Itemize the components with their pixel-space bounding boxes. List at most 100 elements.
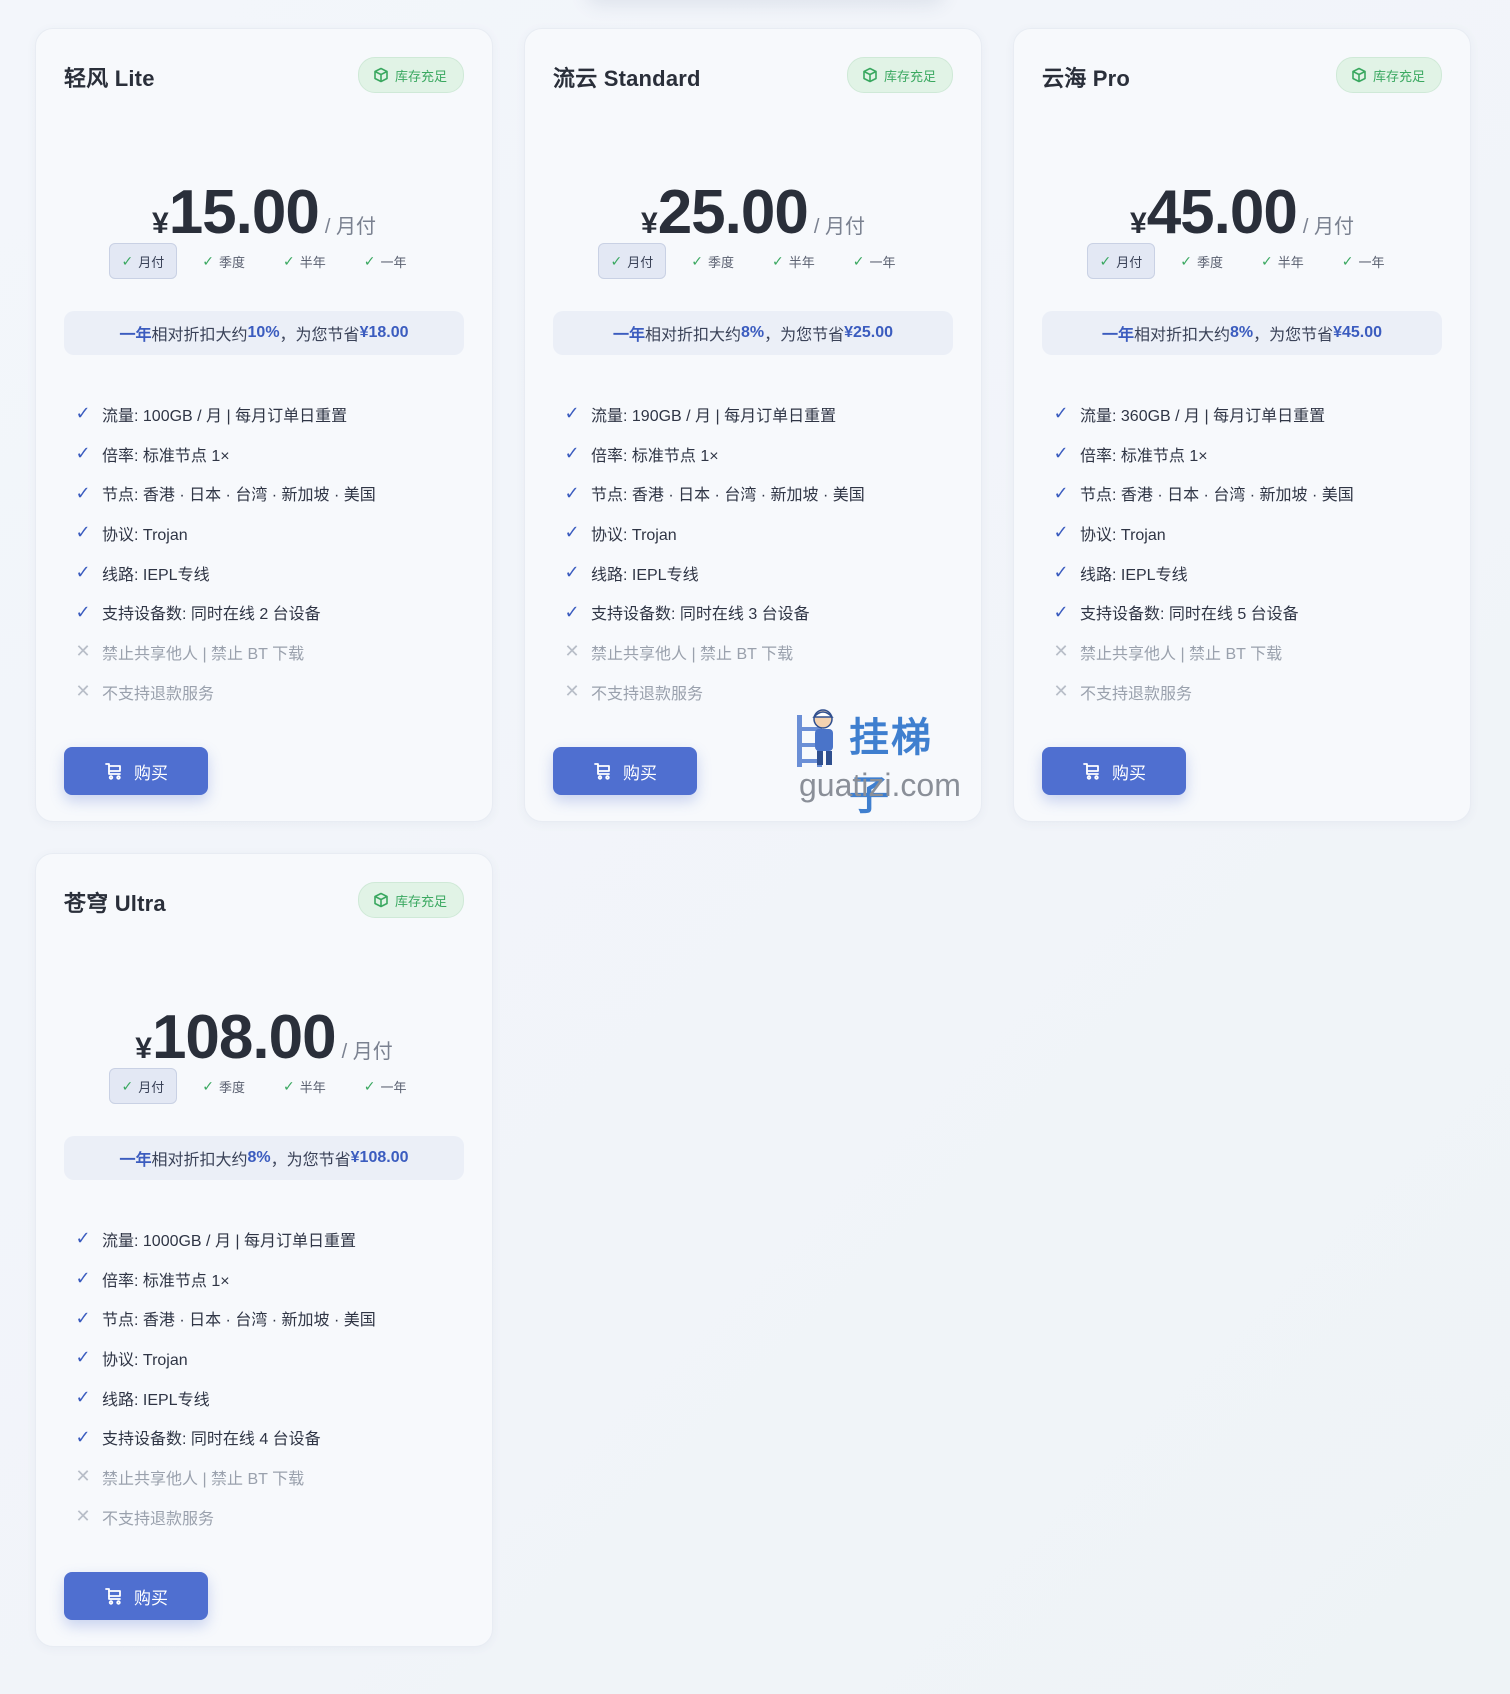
check-icon: ✓ [564, 443, 580, 464]
feature-text: 禁止共享他人 | 禁止 BT 下载 [102, 1470, 305, 1488]
period-option-quarterly[interactable]: ✓ 季度 [189, 1068, 258, 1104]
stock-badge: 库存充足 [357, 882, 464, 918]
check-icon: ✓ [75, 403, 91, 424]
savings-text-1: 相对折扣大约 [644, 327, 741, 344]
cross-icon: ✕ [75, 681, 91, 702]
check-icon: ✓ [852, 252, 865, 269]
feature-item: ✓ 倍率: 标准节点 1× [72, 1259, 376, 1299]
period-selector: ✓ 月付 ✓ 季度 ✓ 半年 ✓ 一年 [1014, 243, 1470, 279]
feature-item: ✓ 倍率: 标准节点 1× [72, 434, 376, 474]
period-label: 半年 [299, 254, 326, 270]
period-label: 一年 [869, 254, 896, 270]
period-label: 一年 [380, 1079, 407, 1095]
stock-label: 库存充足 [883, 68, 936, 84]
price-currency: ¥ [641, 207, 658, 240]
period-option-yearly[interactable]: ✓ 一年 [351, 243, 420, 279]
savings-period: 一年 [612, 327, 645, 344]
period-selector: ✓ 月付 ✓ 季度 ✓ 半年 ✓ 一年 [36, 243, 492, 279]
period-label: 一年 [1358, 254, 1385, 270]
price-unit: / 月付 [324, 216, 376, 238]
feature-item: ✓ 协议: Trojan [561, 513, 865, 553]
check-icon: ✓ [363, 252, 376, 269]
buy-button[interactable]: 购买 [553, 747, 697, 795]
savings-amount: ¥45.00 [1333, 324, 1383, 341]
period-label: 季度 [218, 254, 245, 270]
check-icon: ✓ [610, 252, 623, 269]
plan-name: 流云 Standard [553, 66, 701, 91]
check-icon: ✓ [75, 601, 91, 622]
buy-button[interactable]: 购买 [64, 1572, 208, 1620]
check-icon: ✓ [283, 252, 295, 269]
feature-item: ✓ 线路: IEPL专线 [72, 1378, 376, 1418]
period-option-monthly[interactable]: ✓ 月付 [1086, 243, 1156, 279]
savings-text-2: ，为您节省 [270, 1152, 351, 1169]
feature-item: ✓ 节点: 香港 · 日本 · 台湾 · 新加坡 · 美国 [72, 473, 376, 513]
price-amount: 108.00 [151, 1003, 337, 1072]
period-option-half-year[interactable]: ✓ 半年 [270, 1068, 339, 1104]
period-option-yearly[interactable]: ✓ 一年 [351, 1068, 420, 1104]
period-option-half-year[interactable]: ✓ 半年 [1248, 243, 1317, 279]
feature-text: 节点: 香港 · 日本 · 台湾 · 新加坡 · 美国 [591, 487, 865, 505]
period-label: 月付 [138, 1079, 165, 1095]
period-option-monthly[interactable]: ✓ 月付 [597, 243, 667, 279]
plan-name: 轻风 Lite [64, 66, 155, 91]
period-option-monthly[interactable]: ✓ 月付 [108, 243, 178, 279]
cross-icon: ✕ [564, 641, 580, 662]
buy-button[interactable]: 购买 [64, 747, 208, 795]
price-amount: 15.00 [168, 178, 320, 247]
period-option-half-year[interactable]: ✓ 半年 [759, 243, 828, 279]
cube-icon [374, 67, 388, 83]
buy-button[interactable]: 购买 [1042, 747, 1186, 795]
price-amount: 25.00 [657, 178, 809, 247]
plan-card: 轻风 Lite 库存充足 ¥15.00/ 月付 ✓ 月付 ✓ 季度 ✓ 半年 ✓ 一年 … [35, 28, 493, 822]
period-option-quarterly[interactable]: ✓ 季度 [678, 243, 747, 279]
savings-amount: ¥108.00 [350, 1149, 409, 1166]
savings-text-2: ，为您节省 [279, 327, 360, 344]
check-icon: ✓ [1341, 252, 1354, 269]
period-label: 季度 [1196, 254, 1223, 270]
period-option-monthly[interactable]: ✓ 月付 [108, 1068, 178, 1104]
check-icon: ✓ [75, 482, 91, 503]
feature-item: ✓ 支持设备数: 同时在线 2 台设备 [72, 592, 376, 632]
period-option-yearly[interactable]: ✓ 一年 [1329, 243, 1398, 279]
feature-item: ✕ 禁止共享他人 | 禁止 BT 下载 [1050, 632, 1354, 672]
feature-item: ✓ 节点: 香港 · 日本 · 台湾 · 新加坡 · 美国 [561, 473, 865, 513]
check-icon: ✓ [1261, 252, 1273, 269]
savings-text-1: 相对折扣大约 [151, 327, 248, 344]
period-label: 月付 [1116, 254, 1143, 270]
check-icon: ✓ [75, 562, 91, 583]
plan-name: 云海 Pro [1042, 66, 1130, 91]
savings-text-2: ，为您节省 [764, 327, 845, 344]
feature-text: 禁止共享他人 | 禁止 BT 下载 [591, 645, 794, 663]
check-icon: ✓ [1053, 443, 1069, 464]
feature-item: ✕ 不支持退款服务 [72, 672, 376, 712]
cart-icon [1083, 763, 1099, 780]
check-icon: ✓ [564, 403, 580, 424]
feature-text: 协议: Trojan [102, 526, 188, 544]
feature-text: 节点: 香港 · 日本 · 台湾 · 新加坡 · 美国 [102, 487, 376, 505]
watermark: 挂梯子 guatizi.com [793, 705, 973, 818]
check-icon: ✓ [363, 1077, 376, 1094]
feature-item: ✓ 流量: 1000GB / 月 | 每月订单日重置 [72, 1219, 376, 1259]
buy-label: 购买 [1112, 763, 1146, 783]
feature-text: 不支持退款服务 [1080, 685, 1193, 703]
feature-item: ✓ 流量: 360GB / 月 | 每月订单日重置 [1050, 394, 1354, 434]
price: ¥45.00/ 月付 [1014, 177, 1470, 248]
check-icon: ✓ [1053, 562, 1069, 583]
savings-text-1: 相对折扣大约 [151, 1152, 248, 1169]
feature-item: ✕ 禁止共享他人 | 禁止 BT 下载 [72, 632, 376, 672]
period-option-yearly[interactable]: ✓ 一年 [840, 243, 909, 279]
check-icon: ✓ [691, 252, 703, 269]
feature-item: ✓ 支持设备数: 同时在线 3 台设备 [561, 592, 865, 632]
period-option-quarterly[interactable]: ✓ 季度 [189, 243, 258, 279]
feature-item: ✕ 不支持退款服务 [72, 1497, 376, 1537]
cart-icon [105, 763, 121, 780]
savings-amount: ¥18.00 [359, 324, 409, 341]
period-label: 半年 [788, 254, 815, 270]
period-option-quarterly[interactable]: ✓ 季度 [1167, 243, 1236, 279]
buy-label: 购买 [134, 1588, 168, 1608]
period-option-half-year[interactable]: ✓ 半年 [270, 243, 339, 279]
check-icon: ✓ [564, 601, 580, 622]
price-currency: ¥ [135, 1032, 152, 1065]
stock-label: 库存充足 [1372, 68, 1425, 84]
